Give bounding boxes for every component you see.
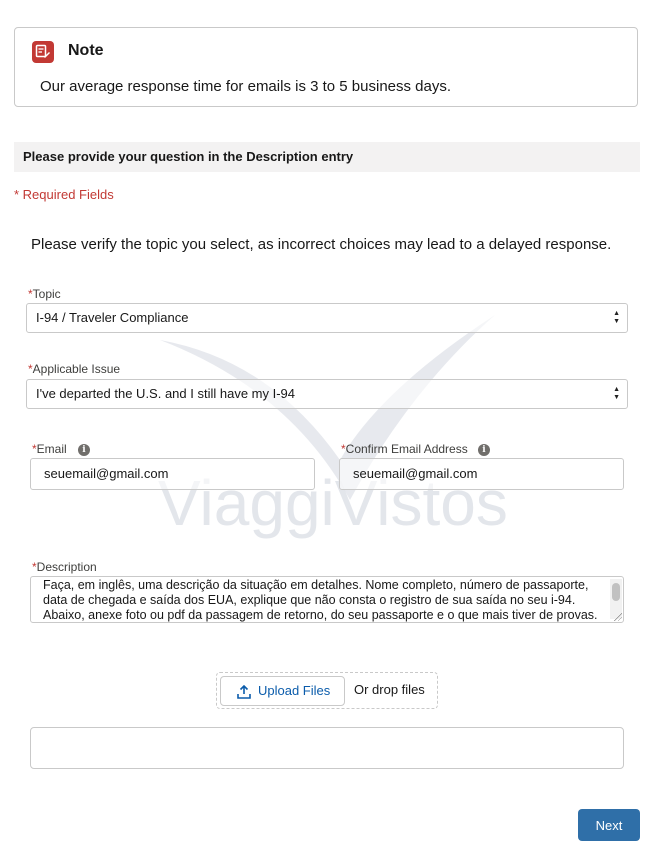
drop-files-text: Or drop files bbox=[354, 682, 425, 697]
confirm-email-label: *Confirm Email Address bbox=[341, 442, 468, 456]
note-icon bbox=[32, 41, 54, 63]
confirm-email-info-icon[interactable]: i bbox=[478, 444, 490, 456]
upload-files-label: Upload Files bbox=[258, 683, 331, 698]
email-label: *Email bbox=[32, 442, 67, 456]
topic-selected-value: I-94 / Traveler Compliance bbox=[36, 310, 189, 325]
note-text: Our average response time for emails is … bbox=[40, 78, 452, 95]
upload-icon bbox=[237, 685, 251, 699]
file-dropzone[interactable]: Upload Files Or drop files bbox=[216, 672, 438, 709]
select-arrows-icon: ▲ ▼ bbox=[613, 386, 620, 401]
next-button[interactable]: Next bbox=[578, 809, 640, 841]
topic-select[interactable]: I-94 / Traveler Compliance ▲ ▼ bbox=[26, 303, 628, 333]
select-arrows-icon: ▲ ▼ bbox=[613, 310, 620, 325]
description-label: *Description bbox=[32, 560, 97, 574]
resize-handle-icon[interactable] bbox=[614, 613, 622, 621]
verify-topic-text: Please verify the topic you select, as i… bbox=[31, 236, 612, 253]
description-text: Faça, em inglês, uma descrição da situaç… bbox=[43, 578, 598, 622]
watermark-logo: ViaggiVistos bbox=[158, 315, 508, 539]
issue-select[interactable]: I've departed the U.S. and I still have … bbox=[26, 379, 628, 409]
email-info-icon[interactable]: i bbox=[78, 444, 90, 456]
issue-label: *Applicable Issue bbox=[28, 362, 121, 376]
issue-selected-value: I've departed the U.S. and I still have … bbox=[36, 386, 296, 401]
scrollbar-thumb[interactable] bbox=[612, 583, 620, 601]
description-textarea[interactable]: Faça, em inglês, uma descrição da situaç… bbox=[30, 576, 624, 623]
required-fields-note: * Required Fields bbox=[14, 187, 114, 202]
topic-label: *Topic bbox=[28, 287, 61, 301]
upload-files-button[interactable]: Upload Files bbox=[220, 676, 345, 706]
section-header: Please provide your question in the Desc… bbox=[14, 142, 640, 172]
confirm-email-field[interactable]: seuemail@gmail.com bbox=[339, 458, 624, 490]
email-field[interactable]: seuemail@gmail.com bbox=[30, 458, 315, 490]
note-card: Note Our average response time for email… bbox=[14, 27, 638, 107]
note-title: Note bbox=[68, 42, 104, 59]
uploaded-files-list bbox=[30, 727, 624, 769]
